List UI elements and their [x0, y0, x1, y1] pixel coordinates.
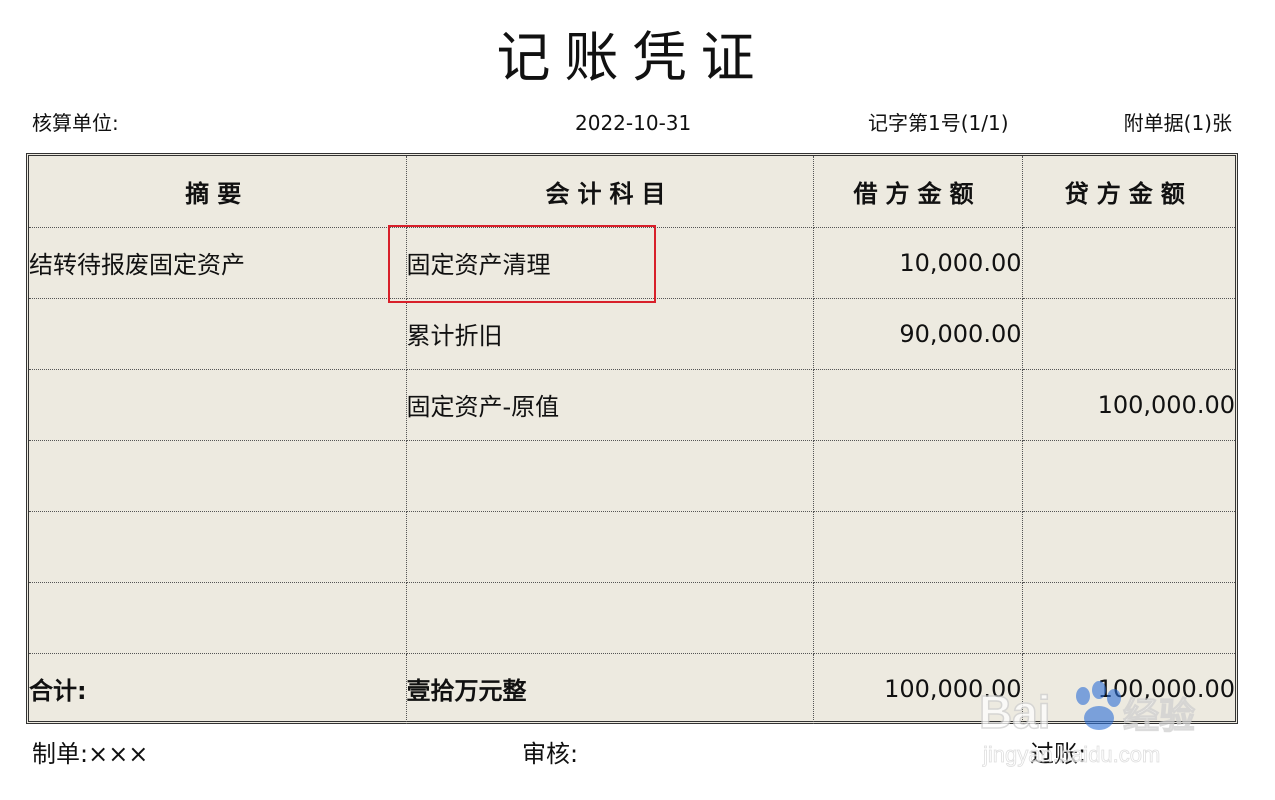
header-account: 会计科目 — [405, 156, 814, 228]
row-account[interactable]: 固定资产-原值 — [405, 368, 814, 441]
row-account[interactable]: 固定资产清理 — [405, 226, 814, 299]
row-summary[interactable] — [29, 581, 407, 654]
row-account[interactable]: 累计折旧 — [405, 297, 814, 370]
row-summary[interactable] — [29, 297, 407, 370]
row-credit[interactable] — [1021, 226, 1235, 299]
total-label: 合计: — [29, 652, 407, 724]
attachment-count: 附单据(1)张 — [1123, 111, 1232, 135]
row-account[interactable] — [405, 581, 814, 654]
table-header-row: 摘要 会计科目 借方金额 贷方金额 — [29, 156, 1235, 228]
row-debit[interactable] — [812, 510, 1023, 583]
voucher-table-frame: 摘要 会计科目 借方金额 贷方金额 结转待报废固定资产 固定资产清理 10,00… — [26, 153, 1238, 724]
table-row: 结转待报废固定资产 固定资产清理 10,000.00 — [29, 226, 1235, 299]
total-credit: 100,000.00 — [1021, 652, 1235, 724]
table-row — [29, 581, 1235, 654]
reviewer-signature: 审核: — [522, 740, 579, 768]
table-row: 累计折旧 90,000.00 — [29, 297, 1235, 370]
row-summary[interactable]: 结转待报废固定资产 — [29, 226, 407, 299]
table-row — [29, 439, 1235, 512]
row-credit[interactable] — [1021, 510, 1235, 583]
row-debit[interactable]: 10,000.00 — [812, 226, 1023, 299]
row-debit[interactable] — [812, 581, 1023, 654]
row-debit[interactable]: 90,000.00 — [812, 297, 1023, 370]
row-credit[interactable] — [1021, 297, 1235, 370]
header-credit: 贷方金额 — [1021, 156, 1235, 228]
row-credit[interactable] — [1021, 439, 1235, 512]
row-credit[interactable]: 100,000.00 — [1021, 368, 1235, 441]
table-row: 固定资产-原值 100,000.00 — [29, 368, 1235, 441]
accounting-unit-label: 核算单位: — [32, 111, 119, 135]
voucher-date: 2022-10-31 — [575, 111, 692, 135]
row-debit[interactable] — [812, 439, 1023, 512]
row-account[interactable] — [405, 439, 814, 512]
table-row — [29, 510, 1235, 583]
total-debit: 100,000.00 — [812, 652, 1023, 724]
poster-signature: 过账: — [1030, 740, 1087, 768]
maker-signature: 制单:××× — [32, 740, 149, 768]
row-summary[interactable] — [29, 439, 407, 512]
header-debit: 借方金额 — [812, 156, 1023, 228]
voucher-number: 记字第1号(1/1) — [868, 111, 1009, 135]
row-account[interactable] — [405, 510, 814, 583]
voucher-title: 记账凭证 — [496, 26, 769, 89]
total-amount-in-words: 壹拾万元整 — [405, 652, 814, 724]
total-row: 合计: 壹拾万元整 100,000.00 100,000.00 — [29, 652, 1235, 724]
row-summary[interactable] — [29, 510, 407, 583]
row-credit[interactable] — [1021, 581, 1235, 654]
row-debit[interactable] — [812, 368, 1023, 441]
row-summary[interactable] — [29, 368, 407, 441]
header-summary: 摘要 — [29, 156, 407, 228]
voucher-table: 摘要 会计科目 借方金额 贷方金额 结转待报废固定资产 固定资产清理 10,00… — [29, 156, 1235, 724]
